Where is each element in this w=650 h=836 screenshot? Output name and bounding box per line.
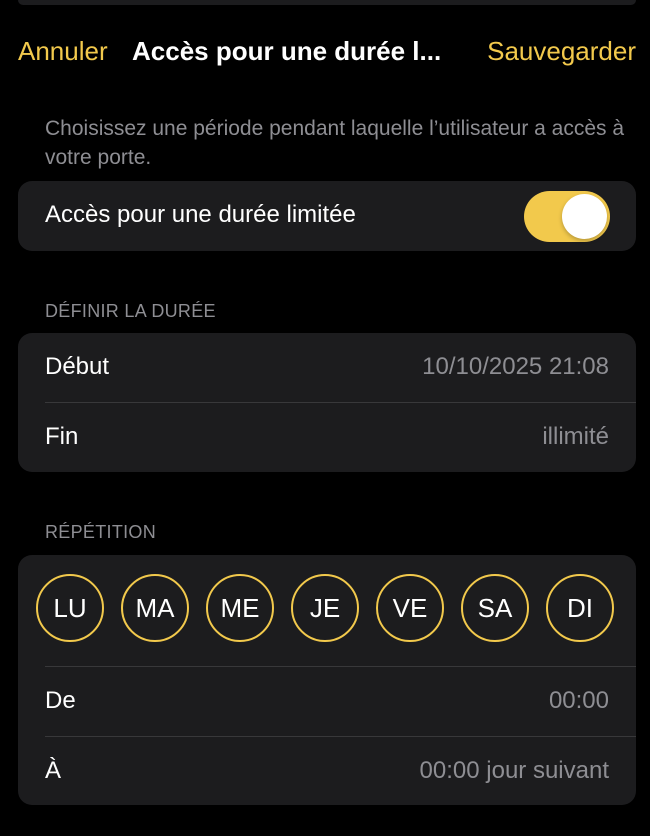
toggle-knob [562,194,607,239]
day-button-tuesday[interactable]: MA [121,574,189,642]
weekday-selector: LU MA ME JE VE SA DI [36,574,620,646]
start-label: Début [45,353,110,380]
day-button-sunday[interactable]: DI [546,574,614,642]
limited-access-toggle[interactable] [524,191,610,242]
day-button-monday[interactable]: LU [36,574,104,642]
start-row[interactable]: Début 10/10/2025 21:08 [18,333,636,402]
limited-access-card: Accès pour une durée limitée [18,181,636,251]
to-value: 00:00 jour suivant [419,757,609,784]
start-value: 10/10/2025 21:08 [422,353,609,380]
duration-card: Début 10/10/2025 21:08 Fin illimité [18,333,636,472]
end-label: Fin [45,423,79,450]
end-value: illimité [542,423,609,450]
repeat-section-header: RÉPÉTITION [45,522,157,542]
day-button-thursday[interactable]: JE [291,574,359,642]
save-button[interactable]: Sauvegarder [487,36,636,67]
from-label: De [45,687,76,714]
navigation-bar: Annuler Accès pour une durée l... Sauveg… [0,30,650,74]
day-button-wednesday[interactable]: ME [206,574,274,642]
from-value: 00:00 [548,687,609,714]
day-button-saturday[interactable]: SA [461,574,529,642]
to-label: À [45,757,62,784]
previous-sheet-edge [18,0,636,5]
end-row[interactable]: Fin illimité [18,403,636,472]
day-button-friday[interactable]: VE [376,574,444,642]
to-row[interactable]: À 00:00 jour suivant [18,737,636,806]
from-row[interactable]: De 00:00 [18,667,636,736]
duration-section-header: DÉFINIR LA DURÉE [45,301,216,321]
cancel-button[interactable]: Annuler [18,36,108,67]
access-description: Choisissez une période pendant laquelle … [45,117,625,169]
page-title: Accès pour une durée l... [132,36,442,66]
limited-access-label: Accès pour une durée limitée [45,201,356,228]
repeat-card: LU MA ME JE VE SA DI De 00:00 À 00:00 jo… [18,555,636,805]
